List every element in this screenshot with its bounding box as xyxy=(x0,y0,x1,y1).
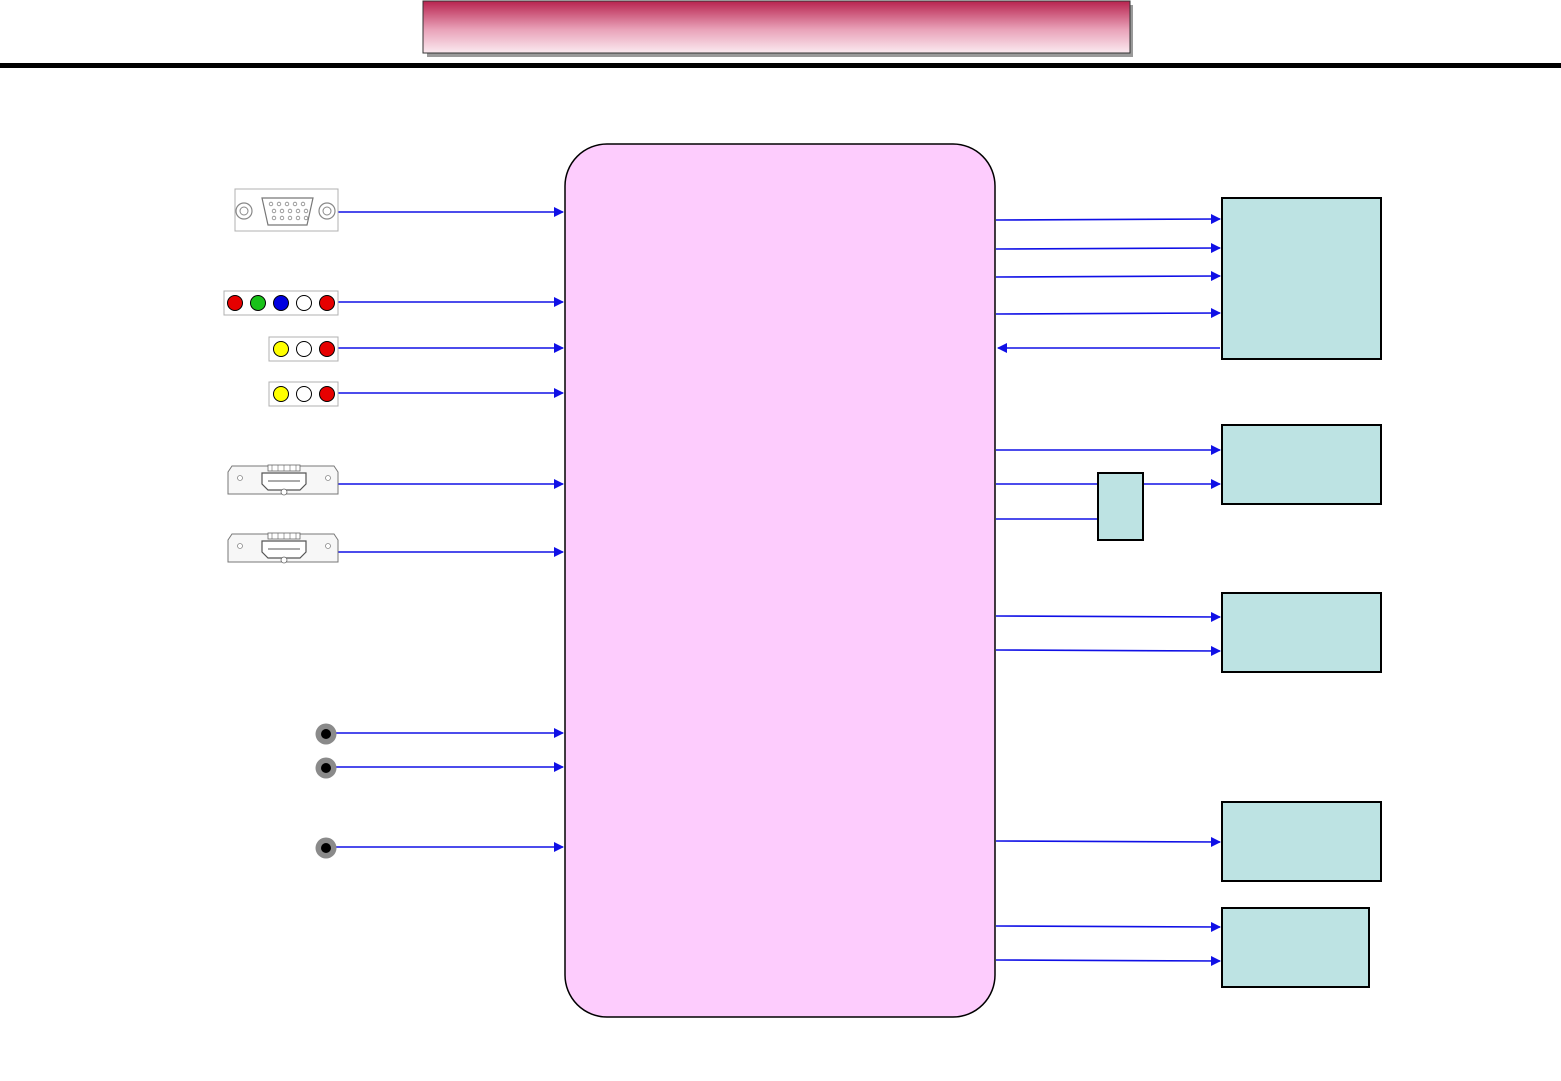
output-line xyxy=(995,611,1221,622)
av-rca-jacks-icon xyxy=(268,336,339,362)
output-block-3 xyxy=(1221,592,1382,673)
block-diagram xyxy=(223,143,1382,1018)
audio-jack-icon xyxy=(315,723,337,745)
output-block-2 xyxy=(1221,424,1382,505)
component-rca-jacks-icon xyxy=(223,290,339,316)
output-line xyxy=(995,308,1221,319)
output-line xyxy=(995,921,1221,932)
output-line xyxy=(995,271,1221,282)
output-line xyxy=(995,243,1221,254)
output-block-1 xyxy=(1221,197,1382,360)
output-line xyxy=(995,645,1221,656)
av-rca-jacks-icon xyxy=(268,381,339,407)
hdmi-connector-icon xyxy=(227,532,339,564)
output-line xyxy=(995,836,1221,847)
output-line xyxy=(995,955,1221,966)
audio-jack-icon xyxy=(315,757,337,779)
audio-jack-icon xyxy=(315,837,337,859)
output-block-4 xyxy=(1221,801,1382,882)
output-block-5 xyxy=(1221,907,1370,988)
main-processor-block xyxy=(564,143,996,1018)
vga-connector-icon xyxy=(234,188,339,232)
output-line xyxy=(995,214,1221,225)
hdmi-connector-icon xyxy=(227,464,339,496)
small-intermediate-block xyxy=(1097,472,1144,541)
